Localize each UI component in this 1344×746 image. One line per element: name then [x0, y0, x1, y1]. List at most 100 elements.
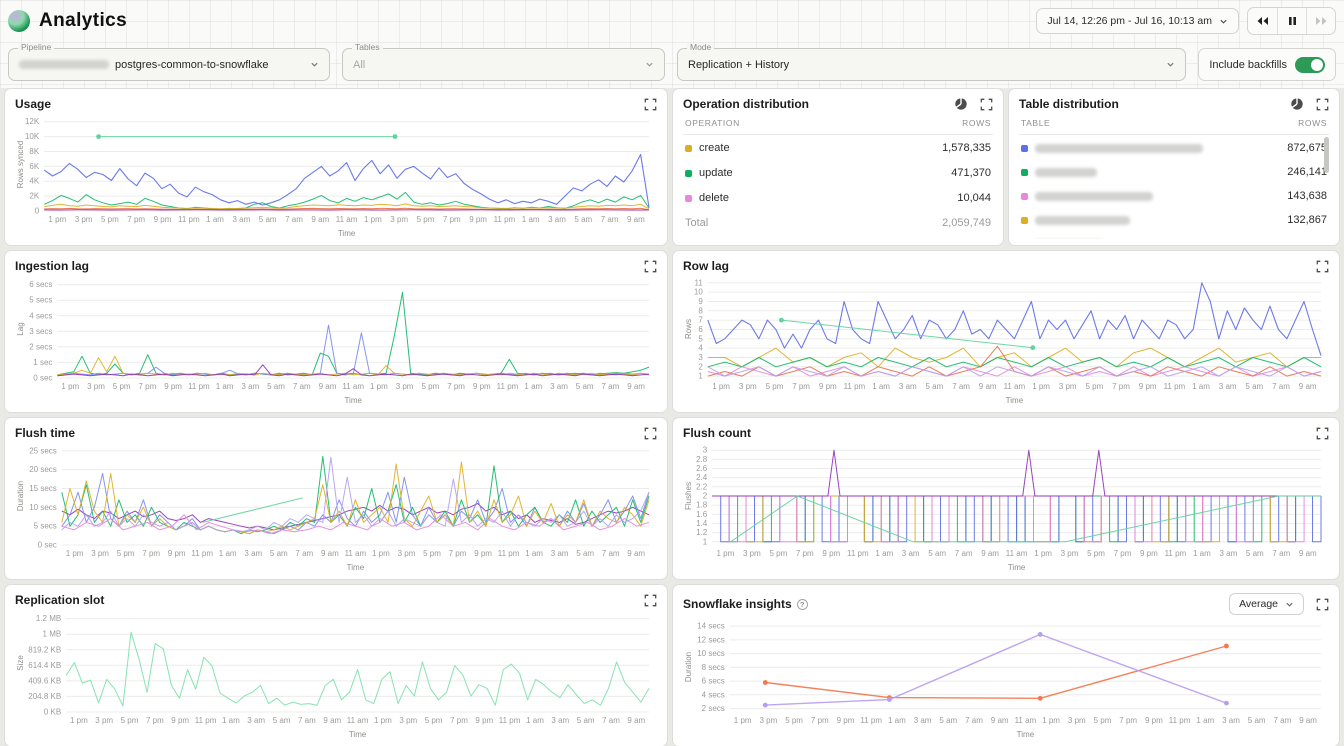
fast-forward-button[interactable] — [1306, 8, 1335, 34]
expand-icon[interactable] — [1316, 98, 1329, 111]
svg-text:3 am: 3 am — [550, 382, 568, 391]
svg-text:9 am: 9 am — [323, 716, 341, 725]
operation-rows: 1,578,335 — [942, 142, 991, 154]
create-swatch-icon — [685, 145, 692, 152]
svg-text:1 sec: 1 sec — [33, 358, 52, 367]
redacted-table-name — [1035, 192, 1153, 201]
svg-text:3 pm: 3 pm — [91, 549, 109, 558]
svg-text:1 am: 1 am — [1192, 382, 1210, 391]
include-backfills-toggle[interactable]: Include backfills — [1198, 48, 1336, 81]
rewind-button[interactable] — [1248, 8, 1277, 34]
svg-text:1 pm: 1 pm — [70, 716, 88, 725]
expand-icon[interactable] — [644, 98, 657, 111]
svg-text:25 secs: 25 secs — [29, 446, 57, 455]
pipeline-select[interactable]: Pipeline postgres-common-to-snowflake — [8, 48, 330, 81]
svg-text:11 pm: 11 pm — [191, 549, 213, 558]
svg-text:7 pm: 7 pm — [443, 215, 461, 224]
svg-text:7: 7 — [698, 316, 703, 325]
svg-text:1 pm: 1 pm — [1032, 382, 1050, 391]
svg-text:3 am: 3 am — [551, 716, 569, 725]
expand-icon[interactable] — [644, 594, 657, 607]
svg-text:7 am: 7 am — [285, 215, 303, 224]
svg-text:3: 3 — [698, 353, 703, 362]
svg-text:5 pm: 5 pm — [101, 215, 119, 224]
svg-text:7 am: 7 am — [293, 382, 311, 391]
column-header: TABLE — [1021, 118, 1050, 128]
svg-text:5: 5 — [698, 334, 703, 343]
snowflake-insights-card: Snowflake insights ? Average 2 secs4 sec… — [672, 584, 1340, 746]
svg-text:1.4: 1.4 — [696, 519, 708, 528]
svg-text:2.8: 2.8 — [696, 455, 708, 464]
svg-text:2.6: 2.6 — [696, 464, 708, 473]
expand-icon[interactable] — [1316, 260, 1329, 273]
pie-chart-icon[interactable] — [954, 97, 968, 111]
svg-text:3 pm: 3 pm — [1068, 716, 1086, 725]
mode-select[interactable]: Mode Replication + History — [677, 48, 1186, 81]
redacted-table-name — [1035, 168, 1097, 177]
table-row: create 1,578,335 — [683, 135, 993, 160]
expand-icon[interactable] — [980, 98, 993, 111]
snowflake-insights-chart: 2 secs4 secs6 secs8 secs10 secs12 secs14… — [683, 615, 1329, 740]
svg-text:4K: 4K — [29, 177, 39, 186]
svg-text:11 pm: 11 pm — [497, 382, 519, 391]
column-header: OPERATION — [685, 118, 740, 128]
chevron-down-icon — [310, 60, 319, 69]
page-title: Analytics — [39, 10, 127, 32]
svg-text:9 am: 9 am — [311, 215, 329, 224]
pie-chart-icon[interactable] — [1290, 97, 1304, 111]
total-row: Total 2,059,749 — [683, 210, 993, 235]
scrollbar-thumb[interactable] — [1324, 137, 1329, 173]
expand-icon[interactable] — [644, 427, 657, 440]
svg-text:1 pm: 1 pm — [1042, 716, 1060, 725]
table-row: 143,638 — [1019, 183, 1329, 207]
help-icon[interactable]: ? — [797, 599, 808, 610]
svg-text:9 pm: 9 pm — [168, 549, 186, 558]
svg-text:5 pm: 5 pm — [1086, 382, 1104, 391]
svg-text:5 pm: 5 pm — [422, 382, 440, 391]
svg-text:7 am: 7 am — [955, 549, 973, 558]
svg-text:2.2: 2.2 — [696, 482, 708, 491]
fast-forward-icon — [1315, 16, 1328, 26]
svg-text:12K: 12K — [25, 117, 40, 126]
row-lag-chart: 12345678910111 pm3 pm5 pm7 pm9 pm11 pm1 … — [683, 273, 1329, 406]
svg-text:10: 10 — [694, 288, 703, 297]
date-range-picker[interactable]: Jul 14, 12:26 pm - Jul 16, 10:13 am — [1036, 8, 1239, 34]
table-row: 246,141 — [1019, 159, 1329, 183]
svg-text:7 pm: 7 pm — [449, 549, 467, 558]
table-distribution-card: Table distribution TABLE ROWS — [1008, 88, 1340, 246]
svg-text:9 pm: 9 pm — [154, 215, 172, 224]
svg-text:9 am: 9 am — [1299, 382, 1317, 391]
svg-text:5 am: 5 am — [1246, 549, 1264, 558]
tables-select[interactable]: Tables All — [342, 48, 665, 81]
svg-text:8 secs: 8 secs — [702, 663, 725, 672]
svg-text:1 am: 1 am — [522, 215, 540, 224]
svg-text:614.4 KB: 614.4 KB — [28, 661, 61, 670]
svg-text:7 am: 7 am — [602, 549, 620, 558]
aggregate-select[interactable]: Average — [1229, 593, 1304, 615]
svg-text:5 pm: 5 pm — [770, 549, 788, 558]
table-swatch-icon — [1021, 145, 1028, 152]
svg-text:9 am: 9 am — [991, 716, 1009, 725]
svg-text:3 pm: 3 pm — [760, 716, 778, 725]
svg-text:1 pm: 1 pm — [370, 382, 388, 391]
table-row: 132,867 — [1019, 207, 1329, 231]
svg-text:1 am: 1 am — [216, 382, 234, 391]
svg-text:7 pm: 7 pm — [792, 382, 810, 391]
pipeline-label: Pipeline — [18, 43, 54, 52]
pause-button[interactable] — [1277, 8, 1306, 34]
svg-text:7 am: 7 am — [1272, 549, 1290, 558]
expand-icon[interactable] — [1316, 598, 1329, 611]
svg-text:5 pm: 5 pm — [423, 549, 441, 558]
svg-text:5 am: 5 am — [267, 382, 285, 391]
table-swatch-icon — [1021, 217, 1028, 224]
svg-text:11 pm: 11 pm — [178, 215, 200, 224]
svg-text:9 pm: 9 pm — [822, 549, 840, 558]
expand-icon[interactable] — [644, 260, 657, 273]
expand-icon[interactable] — [1316, 427, 1329, 440]
svg-text:5 am: 5 am — [1248, 716, 1266, 725]
svg-text:7 pm: 7 pm — [1112, 382, 1130, 391]
table-row: 872,675 — [1019, 135, 1329, 159]
filters-bar: Pipeline postgres-common-to-snowflake Ta… — [8, 42, 1336, 88]
svg-text:9: 9 — [698, 297, 703, 306]
table-swatch-icon — [1021, 193, 1028, 200]
